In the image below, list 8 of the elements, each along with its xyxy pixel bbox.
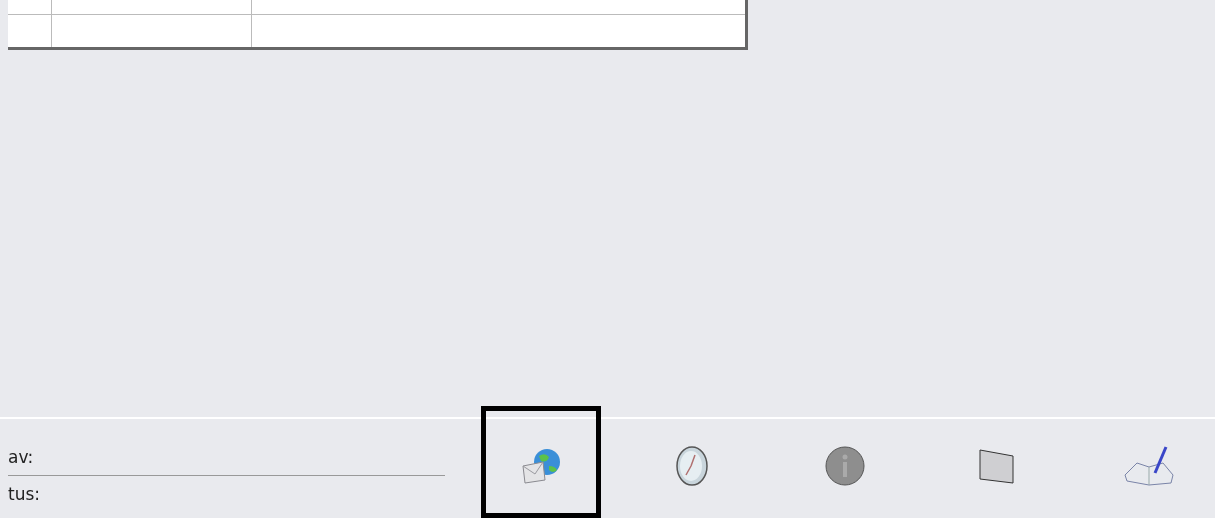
book-pen-icon bbox=[1123, 445, 1175, 487]
clock-icon bbox=[676, 445, 710, 487]
field-label: av: bbox=[8, 447, 34, 467]
info-icon bbox=[825, 446, 865, 486]
toolbar-button[interactable] bbox=[481, 406, 601, 518]
globe-envelope-icon bbox=[521, 448, 561, 484]
field-label: tus: bbox=[8, 484, 41, 504]
envelope-icon bbox=[979, 448, 1015, 484]
